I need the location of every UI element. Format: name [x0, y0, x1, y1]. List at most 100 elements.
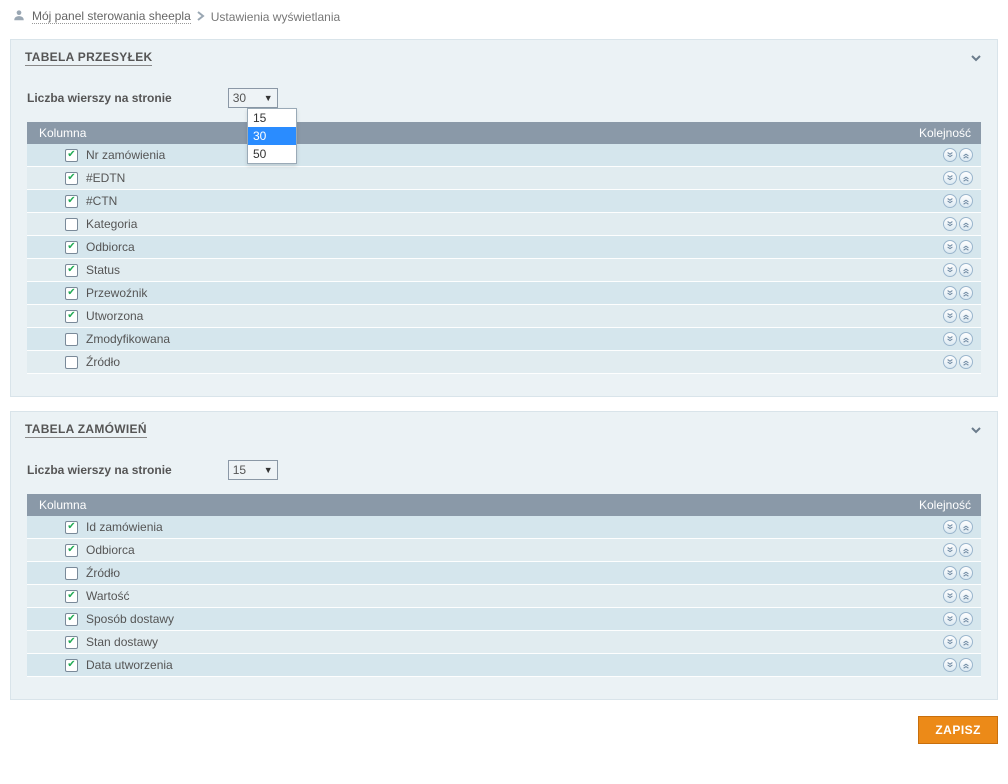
move-down-button[interactable]: [943, 194, 957, 208]
column-label: Źródło: [86, 566, 120, 580]
order-buttons: [943, 217, 973, 231]
panel-title: TABELA PRZESYŁEK: [25, 50, 152, 66]
rows-per-page-select[interactable]: 15 ▼: [228, 460, 278, 480]
order-buttons: [943, 520, 973, 534]
chevron-down-icon[interactable]: [969, 51, 983, 65]
move-up-button[interactable]: [959, 520, 973, 534]
column-visible-checkbox[interactable]: [65, 149, 78, 162]
column-label: Sposób dostawy: [86, 612, 174, 626]
move-down-button[interactable]: [943, 217, 957, 231]
order-buttons: [943, 148, 973, 162]
move-up-button[interactable]: [959, 612, 973, 626]
table-row: Kategoria: [27, 213, 981, 236]
move-down-button[interactable]: [943, 612, 957, 626]
table-row: Przewoźnik: [27, 282, 981, 305]
breadcrumb-home-link[interactable]: Mój panel sterowania sheepla: [32, 9, 191, 24]
move-up-button[interactable]: [959, 171, 973, 185]
table-row: Stan dostawy: [27, 631, 981, 654]
dropdown-option[interactable]: 15: [248, 109, 296, 127]
column-label: Odbiorca: [86, 240, 135, 254]
move-up-button[interactable]: [959, 658, 973, 672]
chevron-down-icon[interactable]: [969, 423, 983, 437]
column-visible-checkbox[interactable]: [65, 636, 78, 649]
move-down-button[interactable]: [943, 263, 957, 277]
move-down-button[interactable]: [943, 171, 957, 185]
move-down-button[interactable]: [943, 148, 957, 162]
table-row: Sposób dostawy: [27, 608, 981, 631]
order-buttons: [943, 332, 973, 346]
move-down-button[interactable]: [943, 589, 957, 603]
column-visible-checkbox[interactable]: [65, 544, 78, 557]
move-down-button[interactable]: [943, 240, 957, 254]
caret-down-icon: ▼: [264, 93, 273, 103]
move-up-button[interactable]: [959, 543, 973, 557]
rows-per-page-value: 30: [233, 91, 246, 105]
move-up-button[interactable]: [959, 566, 973, 580]
move-up-button[interactable]: [959, 309, 973, 323]
move-down-button[interactable]: [943, 309, 957, 323]
column-label: Zmodyfikowana: [86, 332, 170, 346]
column-visible-checkbox[interactable]: [65, 521, 78, 534]
column-visible-checkbox[interactable]: [65, 172, 78, 185]
move-down-button[interactable]: [943, 543, 957, 557]
table-row: Odbiorca: [27, 236, 981, 259]
move-down-button[interactable]: [943, 566, 957, 580]
move-up-button[interactable]: [959, 240, 973, 254]
order-buttons: [943, 263, 973, 277]
column-visible-checkbox[interactable]: [65, 241, 78, 254]
column-visible-checkbox[interactable]: [65, 590, 78, 603]
move-down-button[interactable]: [943, 332, 957, 346]
move-down-button[interactable]: [943, 520, 957, 534]
column-visible-checkbox[interactable]: [65, 659, 78, 672]
move-up-button[interactable]: [959, 148, 973, 162]
table-row: Utworzona: [27, 305, 981, 328]
move-up-button[interactable]: [959, 355, 973, 369]
column-visible-checkbox[interactable]: [65, 356, 78, 369]
column-label: Id zamówienia: [86, 520, 163, 534]
column-visible-checkbox[interactable]: [65, 218, 78, 231]
order-buttons: [943, 194, 973, 208]
col-header-order: Kolejność: [919, 126, 971, 140]
order-buttons: [943, 171, 973, 185]
grid-header: KolumnaKolejność: [27, 494, 981, 516]
column-label: Stan dostawy: [86, 635, 158, 649]
dropdown-option[interactable]: 50: [248, 145, 296, 163]
move-down-button[interactable]: [943, 635, 957, 649]
column-visible-checkbox[interactable]: [65, 567, 78, 580]
panel-header[interactable]: TABELA PRZESYŁEK: [11, 40, 997, 76]
move-up-button[interactable]: [959, 332, 973, 346]
column-visible-checkbox[interactable]: [65, 264, 78, 277]
rows-per-page-select[interactable]: 30 ▼: [228, 88, 278, 108]
move-down-button[interactable]: [943, 286, 957, 300]
move-up-button[interactable]: [959, 635, 973, 649]
panel-0: TABELA PRZESYŁEKLiczba wierszy na stroni…: [10, 39, 998, 397]
move-up-button[interactable]: [959, 217, 973, 231]
column-label: Nr zamówienia: [86, 148, 165, 162]
order-buttons: [943, 309, 973, 323]
table-row: Id zamówienia: [27, 516, 981, 539]
column-visible-checkbox[interactable]: [65, 613, 78, 626]
move-up-button[interactable]: [959, 194, 973, 208]
panel-header[interactable]: TABELA ZAMÓWIEŃ: [11, 412, 997, 448]
column-visible-checkbox[interactable]: [65, 287, 78, 300]
column-visible-checkbox[interactable]: [65, 333, 78, 346]
order-buttons: [943, 355, 973, 369]
order-buttons: [943, 658, 973, 672]
move-up-button[interactable]: [959, 263, 973, 277]
rows-per-page-value: 15: [233, 463, 246, 477]
column-visible-checkbox[interactable]: [65, 195, 78, 208]
rows-per-page-dropdown[interactable]: 153050: [247, 108, 297, 164]
caret-down-icon: ▼: [264, 465, 273, 475]
move-up-button[interactable]: [959, 286, 973, 300]
column-label: Kategoria: [86, 217, 137, 231]
move-down-button[interactable]: [943, 355, 957, 369]
table-row: Odbiorca: [27, 539, 981, 562]
move-down-button[interactable]: [943, 658, 957, 672]
save-button[interactable]: ZAPISZ: [918, 716, 998, 744]
panel-title: TABELA ZAMÓWIEŃ: [25, 422, 147, 438]
column-visible-checkbox[interactable]: [65, 310, 78, 323]
dropdown-option[interactable]: 30: [248, 127, 296, 145]
table-row: Zmodyfikowana: [27, 328, 981, 351]
col-header-column: Kolumna: [39, 126, 86, 140]
move-up-button[interactable]: [959, 589, 973, 603]
